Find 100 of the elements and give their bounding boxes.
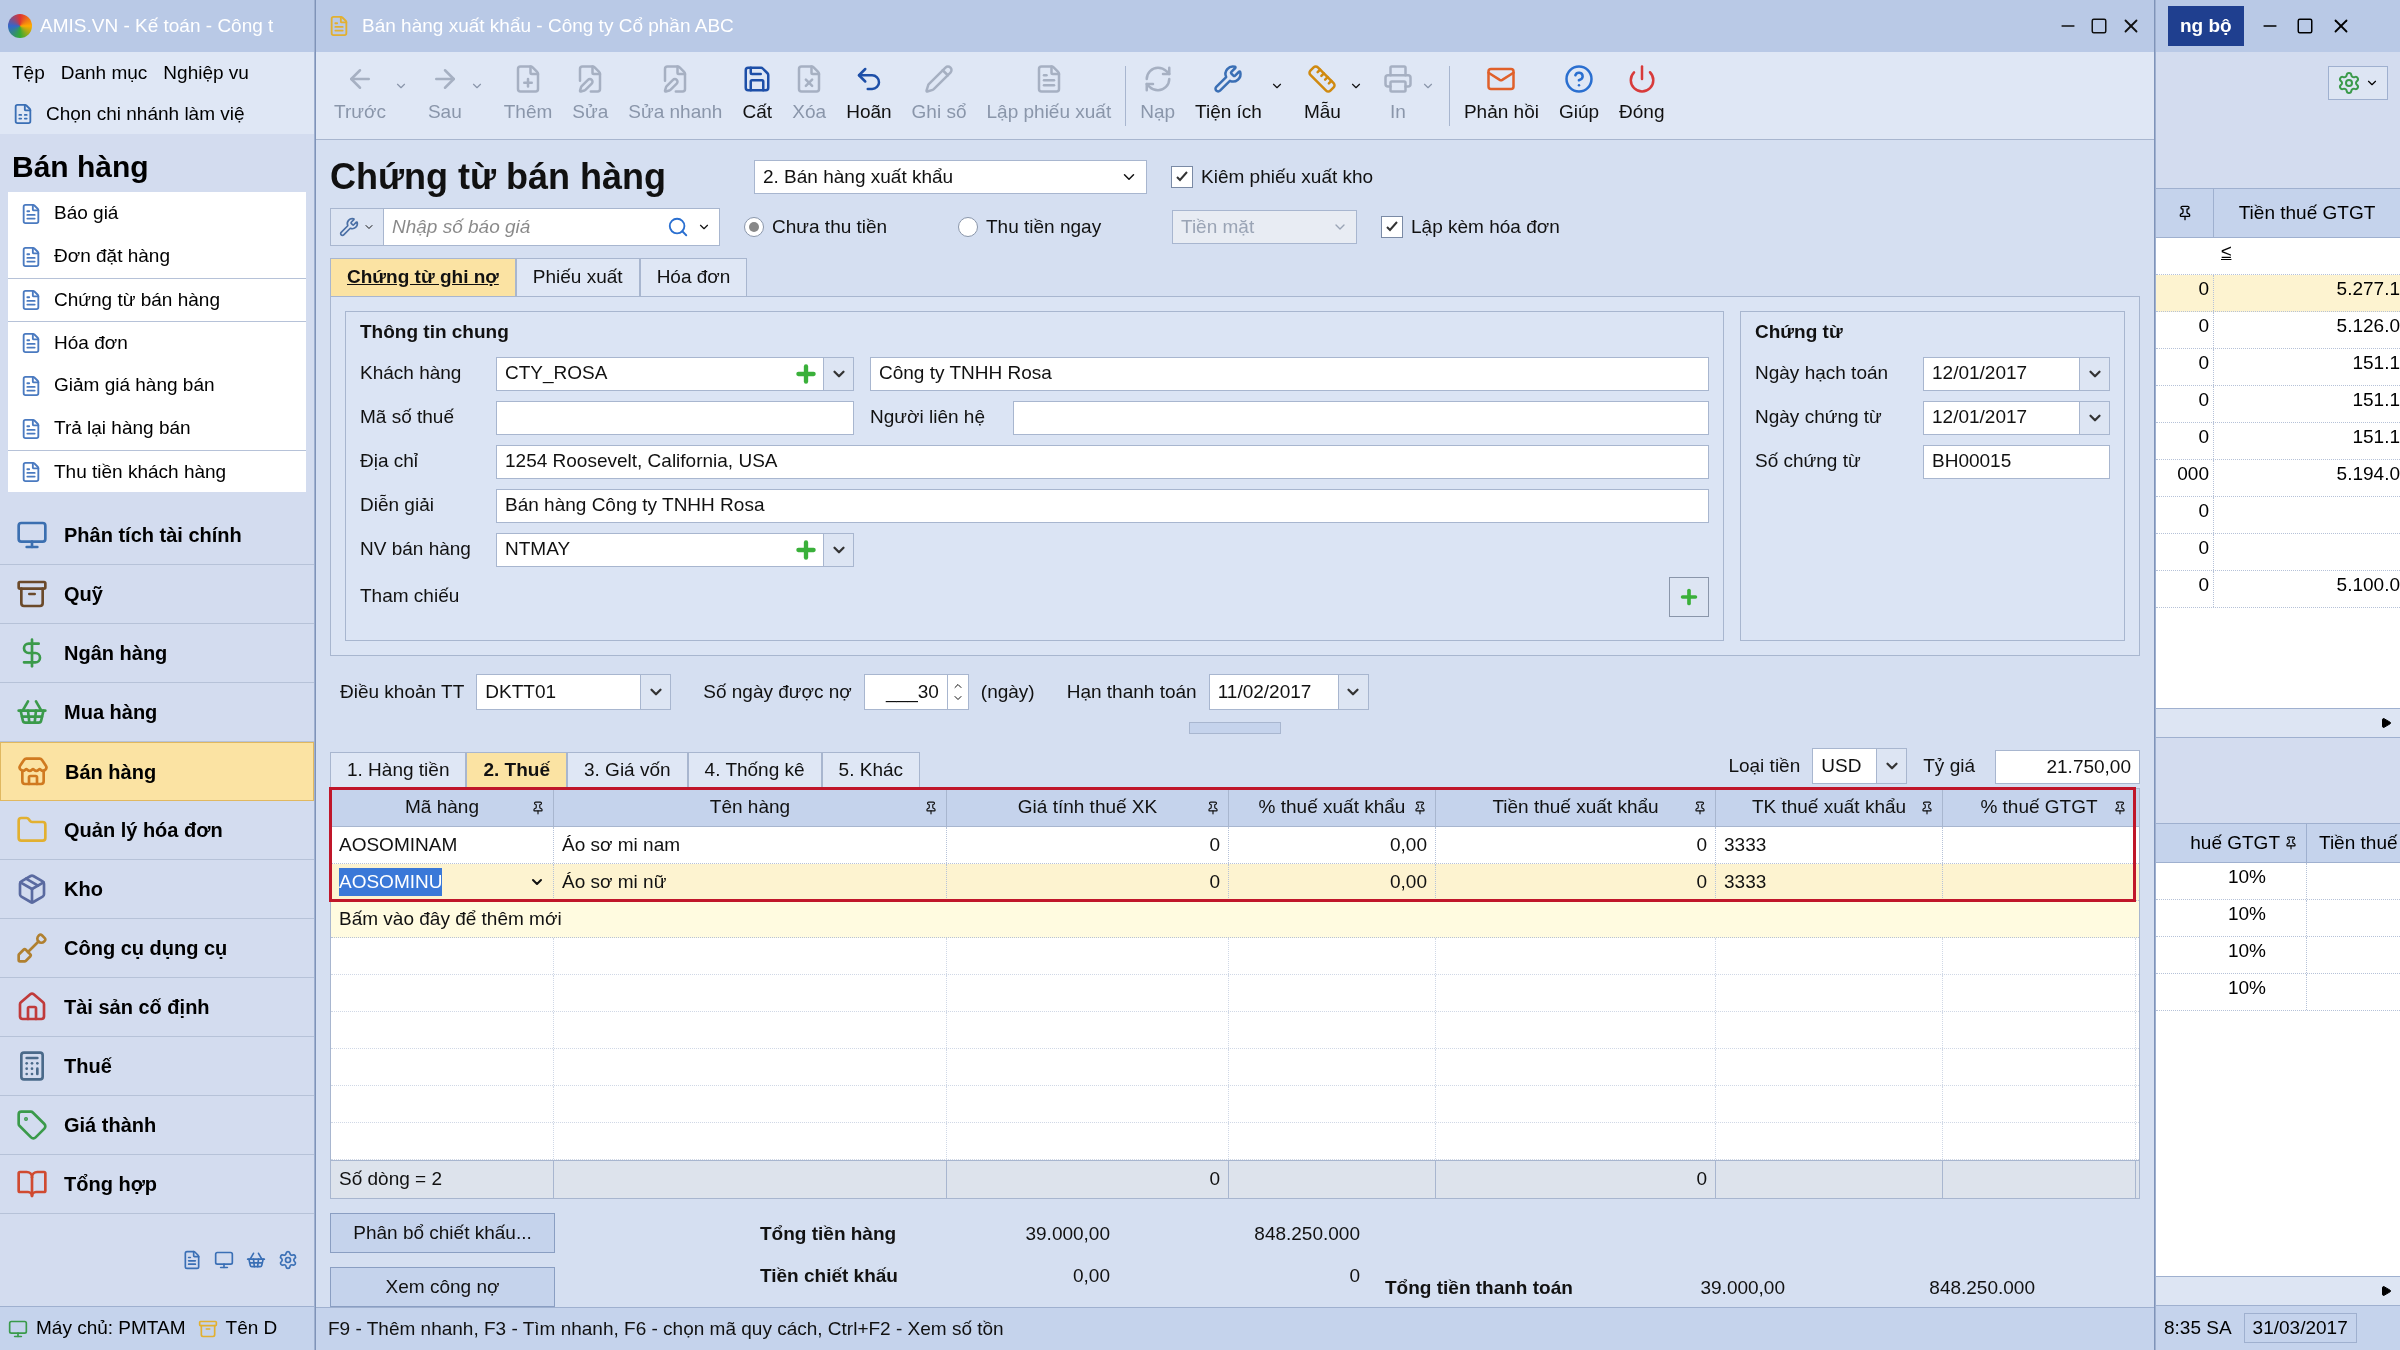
document-icon [20,332,42,354]
column-header[interactable]: TK thuế xuất khẩu [1716,789,1943,826]
grid-row[interactable]: 0 5.100.0 [2156,571,2400,608]
grid-row[interactable]: 0 5.277.1 [2156,275,2400,312]
scroll-right-icon [2380,717,2392,729]
tab[interactable]: Chứng từ ghi nợ [330,258,516,296]
shortcut-icon[interactable] [278,1250,298,1270]
toolbar-button[interactable]: Giúp [1548,55,1610,136]
search-button[interactable] [663,208,720,246]
settings-button[interactable] [2328,66,2388,100]
dropdown-button[interactable] [2079,357,2109,390]
table-cell-text: 0 [1696,1167,1707,1192]
dropdown-button[interactable] [823,533,853,566]
exchange-rate-field[interactable]: 21.750,00 [1995,750,2140,784]
table-row[interactable]: AOSOMINU Áo sơ mi nữ 0 0,00 0 3333 [331,864,2139,901]
grid-row[interactable]: 000 5.194.0 [2156,460,2400,497]
sidebar-item[interactable]: Hóa đơn [8,321,306,364]
currency-select[interactable]: USD [1812,748,1908,784]
customer-name-field[interactable]: Công ty TNHH Rosa [870,356,1709,391]
date-field[interactable]: 12/01/2017 [1923,356,2110,391]
sidebar-item[interactable]: Đơn đặt hàng [8,235,306,278]
splitter-handle[interactable] [1189,722,1281,734]
pin-icon [1413,800,1427,815]
dropdown-button[interactable] [640,675,671,709]
table-row[interactable]: AOSOMINAM Áo sơ mi nam 0 0,00 0 3333 [331,827,2139,864]
radio-button[interactable] [744,217,764,237]
menu-item[interactable]: Tệp [12,58,45,88]
document-icon [12,103,34,125]
column-header[interactable]: Tên hàng [554,789,947,826]
grid-row[interactable]: 0 151.1 [2156,386,2400,423]
grid-row[interactable]: 0 [2156,497,2400,534]
toolbar-icon [1307,64,1338,95]
column-header[interactable]: % thuế GTGT [1943,789,2136,826]
column-header[interactable]: Mã hàng [331,789,554,826]
contact-field[interactable] [1013,400,1709,435]
add-new-row[interactable]: Bấm vào đây để thêm mới [331,901,2139,938]
toolbar-button[interactable]: Cất [732,55,783,136]
toolbar-button[interactable]: Mẫu [1293,55,1373,136]
voucher-type-select[interactable]: 2. Bán hàng xuất khẩu [754,160,1147,194]
maximize-icon[interactable] [2295,17,2314,35]
column-header[interactable]: Tiền thuế xuất khẩu [1436,789,1716,826]
menu-item[interactable]: Danh mục [60,58,148,88]
horizontal-scrollbar[interactable] [2156,708,2400,738]
sidebar-item[interactable]: Chứng từ bán hàng [8,278,306,321]
sidebar-item[interactable]: Trả lại hàng bán [8,407,306,450]
voucher-number-field[interactable]: BH00015 [1923,444,2110,479]
payment-terms-select[interactable]: DKTT01 [476,674,672,710]
column-header[interactable]: Giá tính thuế XK [947,789,1229,826]
action-button[interactable]: Xem công nợ [330,1267,555,1307]
menu-item[interactable]: Nghiệp vu [163,58,249,88]
action-button[interactable]: Phân bổ chiết khấu... [330,1213,555,1253]
column-header[interactable]: % thuế xuất khẩu [1229,789,1436,826]
horizontal-scrollbar[interactable] [2156,1276,2400,1306]
module-item[interactable]: Bán hàng [0,742,314,801]
date-field[interactable]: 12/01/2017 [1923,400,2110,435]
shortcut-icon[interactable] [214,1250,234,1270]
tab[interactable]: 3. Giá vốn [567,752,688,788]
maximize-icon[interactable] [2090,17,2108,35]
group-title: Thông tin chung [360,320,510,344]
quote-search-field[interactable]: Nhập số báo giá [384,208,663,246]
toolbar-button[interactable]: Hoãn [836,55,902,136]
dropdown-button[interactable] [823,357,853,390]
sidebar-item[interactable]: Giảm giá hàng bán [8,364,306,407]
filter-operator[interactable]: ≤ [2213,238,2240,274]
table-cell-text: 0 [2197,499,2210,523]
sidebar-item[interactable]: Báo giá [8,192,306,235]
tab[interactable]: 2. Thuế [466,752,567,788]
dropdown-button[interactable] [1876,749,1907,783]
grid-row[interactable]: 0 151.1 [2156,423,2400,460]
tools-button[interactable] [330,208,384,246]
dropdown-button[interactable] [1337,675,1368,709]
grid-row[interactable]: 0 [2156,534,2400,571]
tab[interactable]: 4. Thống kê [687,752,822,788]
tab[interactable]: 1. Hàng tiền [330,752,467,788]
grid-row[interactable]: 0 5.126.0 [2156,312,2400,349]
sync-button[interactable]: ng bộ [2168,6,2244,46]
description-field[interactable]: Bán hàng Công ty TNHH Rosa [496,488,1709,523]
toolbar-button[interactable]: Phản hồi [1453,55,1549,136]
radio-button[interactable] [958,217,978,237]
tab[interactable]: 5. Khác [821,752,921,788]
shortcut-icon[interactable] [246,1250,266,1270]
column-header[interactable]: huế GTGT [2156,824,2306,862]
grid-row[interactable]: 0 151.1 [2156,349,2400,386]
column-header[interactable]: Tiền thuế [2306,824,2400,862]
tab[interactable]: Hóa đơn [639,258,748,296]
dropdown-button[interactable] [2079,401,2109,434]
credit-days-spinner[interactable]: ___30 [863,674,969,710]
checkbox[interactable] [1381,216,1403,238]
address-field[interactable]: 1254 Roosevelt, California, USA [496,444,1709,479]
due-date-field[interactable]: 11/02/2017 [1208,674,1369,710]
sidebar-item[interactable]: Thu tiền khách hàng [8,450,306,492]
salesperson-field[interactable]: NTMAY [496,532,854,567]
checkbox[interactable] [1171,166,1193,188]
tab[interactable]: Phiếu xuất [515,258,640,296]
customer-code-field[interactable]: CTY_ROSA [496,356,854,391]
shortcut-icon[interactable] [182,1250,202,1270]
table-cell-text: 10% [2226,902,2266,926]
tax-code-field[interactable] [496,400,854,435]
toolbar-button[interactable]: Đóng [1609,55,1675,136]
toolbar-button[interactable]: Tiện ích [1185,55,1294,136]
